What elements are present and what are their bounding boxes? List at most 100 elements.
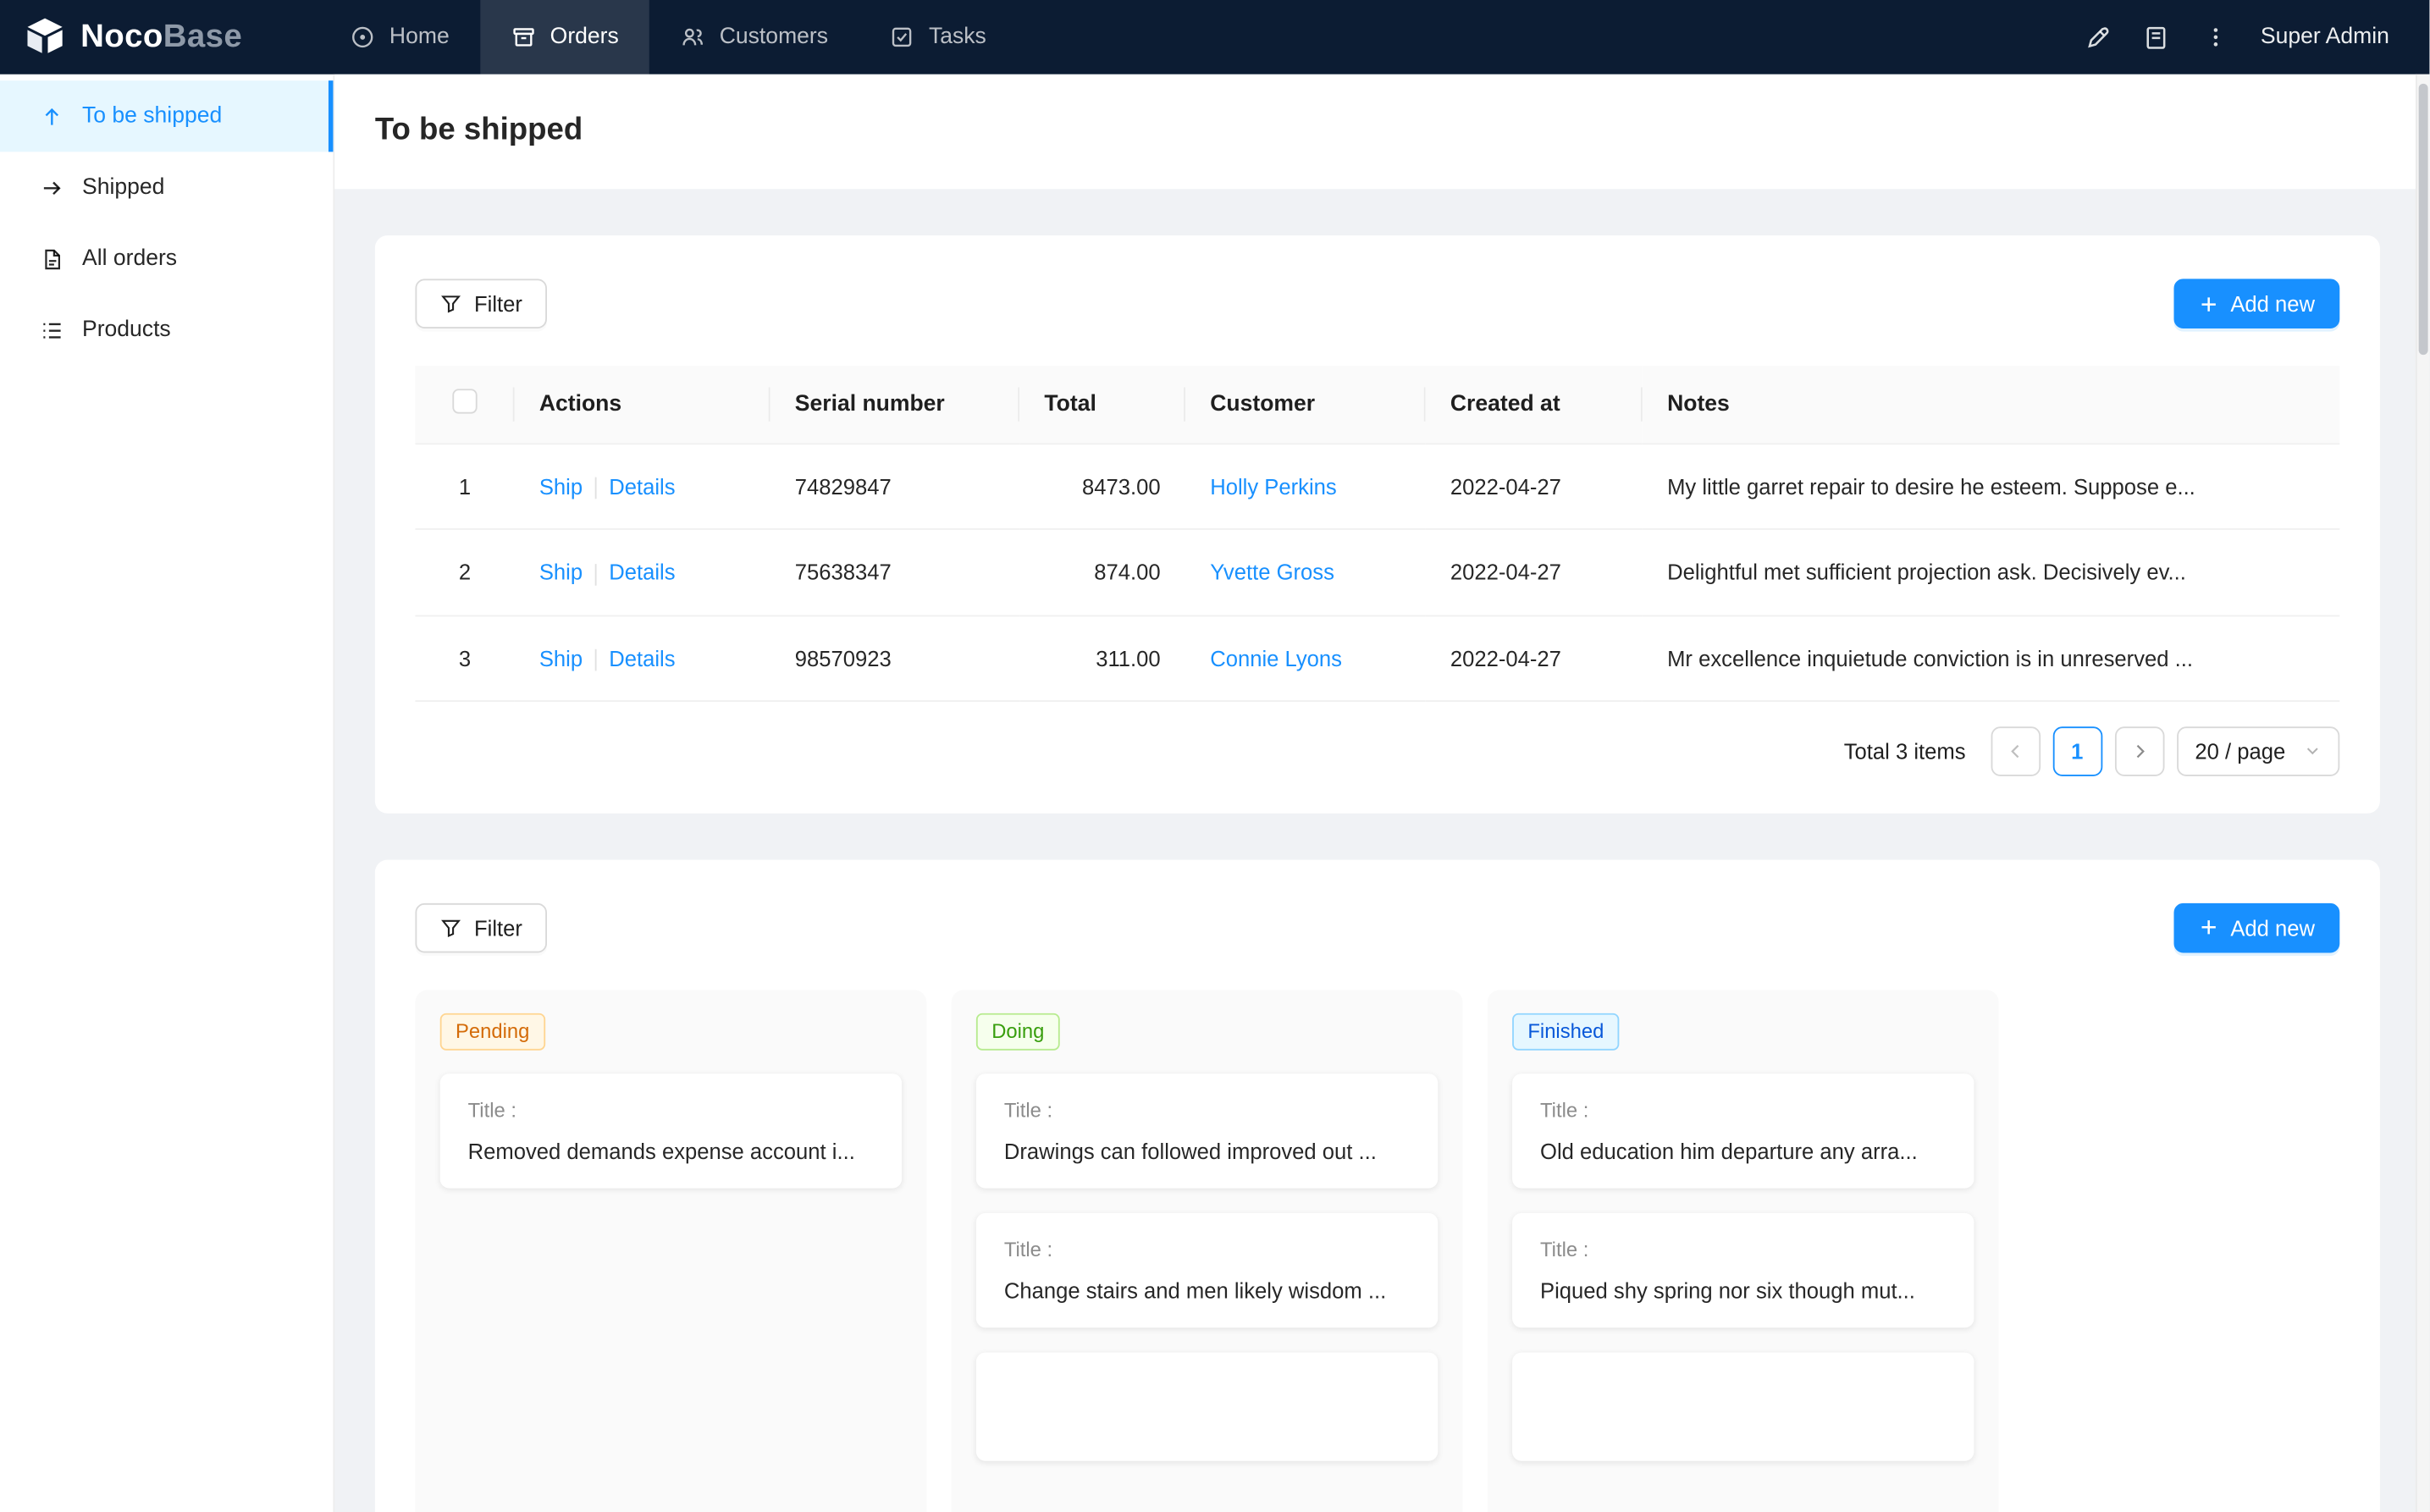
- page-title: To be shipped: [375, 110, 2389, 151]
- column-header-notes: Notes: [1643, 366, 2340, 444]
- total-cell: 8473.00: [1019, 444, 1185, 529]
- add-new-button-label: Add new: [2230, 291, 2315, 316]
- field-value: Removed demands expense account i...: [468, 1139, 874, 1163]
- kanban-filter-button[interactable]: Filter: [415, 903, 547, 953]
- select-all-checkbox[interactable]: [452, 389, 477, 413]
- kanban-task-card-partial[interactable]: [976, 1352, 1438, 1460]
- details-link[interactable]: Details: [609, 645, 675, 670]
- pagination-next-button[interactable]: [2114, 726, 2164, 776]
- kanban-task-card[interactable]: Title : Old education him departure any …: [1512, 1073, 1974, 1188]
- field-value: Change stairs and men likely wisdom ...: [1004, 1278, 1410, 1303]
- kanban-card: Filter Add new: [375, 859, 2380, 1512]
- nav-item-orders[interactable]: Orders: [480, 0, 649, 74]
- field-label: Title :: [1540, 1098, 1946, 1121]
- top-navbar: NocoBase Home Orders: [0, 0, 2429, 74]
- filter-button-label: Filter: [474, 915, 522, 940]
- filter-funnel-icon: [440, 293, 462, 315]
- plus-icon: [2198, 918, 2218, 938]
- ui-editor-pen-icon[interactable]: [2068, 0, 2128, 74]
- kanban-cards: Title : Old education him departure any …: [1512, 1073, 1974, 1461]
- app-root: NocoBase Home Orders: [0, 0, 2429, 1512]
- nav-item-home[interactable]: Home: [320, 0, 481, 74]
- created-at-cell: 2022-04-27: [1426, 529, 1643, 615]
- details-link[interactable]: Details: [609, 560, 675, 584]
- sidebar-item-label: Products: [82, 317, 171, 342]
- more-vertical-icon[interactable]: [2186, 0, 2245, 74]
- ship-link[interactable]: Ship: [539, 560, 583, 584]
- table-row: 1 ShipDetails 74829847 8473.00 Holly Per…: [415, 444, 2339, 529]
- user-menu[interactable]: Super Admin: [2261, 25, 2389, 49]
- column-header-created-at: Created at: [1426, 366, 1643, 444]
- customer-link[interactable]: Connie Lyons: [1210, 646, 1342, 670]
- table-row: 3 ShipDetails 98570923 311.00 Connie Lyo…: [415, 615, 2339, 701]
- table-row: 2 ShipDetails 75638347 874.00 Yvette Gro…: [415, 529, 2339, 615]
- page-size-select[interactable]: 20 / page: [2176, 726, 2339, 776]
- kanban-toolbar: Filter Add new: [415, 903, 2339, 953]
- orders-table: Actions Serial number Total Customer Cre…: [415, 366, 2339, 702]
- kanban-task-card[interactable]: Title : Removed demands expense account …: [440, 1073, 902, 1188]
- nocobase-logo-icon: [22, 14, 69, 60]
- filter-button[interactable]: Filter: [415, 279, 547, 328]
- sidebar-item-to-be-shipped[interactable]: To be shipped: [0, 80, 333, 152]
- kanban-cards: Title : Drawings can followed improved o…: [976, 1073, 1438, 1461]
- nav-item-label: Customers: [720, 25, 828, 49]
- add-new-button[interactable]: Add new: [2173, 279, 2340, 328]
- sidebar-item-products[interactable]: Products: [0, 295, 333, 366]
- kanban-task-card[interactable]: Title : Drawings can followed improved o…: [976, 1073, 1438, 1188]
- details-link[interactable]: Details: [609, 474, 675, 499]
- table-header-row: Actions Serial number Total Customer Cre…: [415, 366, 2339, 444]
- main-nav: Home Orders Customers: [320, 0, 1018, 74]
- pagination: Total 3 items 1 20 / page: [415, 726, 2339, 776]
- kanban-task-card-partial[interactable]: [1512, 1352, 1974, 1460]
- body-layout: To be shipped Shipped All orders: [0, 74, 2429, 1512]
- brand-name-secondary: Base: [163, 19, 242, 54]
- column-header-total: Total: [1019, 366, 1185, 444]
- kanban-column-doing: Doing Title : Drawings can followed impr…: [952, 990, 1463, 1512]
- row-index: 2: [415, 529, 514, 615]
- nav-item-tasks[interactable]: Tasks: [859, 0, 1018, 74]
- page-scrollbar[interactable]: [2416, 74, 2429, 1512]
- nav-item-label: Orders: [550, 25, 619, 49]
- field-value: Old education him departure any arra...: [1540, 1139, 1946, 1163]
- customer-link[interactable]: Holly Perkins: [1210, 474, 1337, 499]
- arrow-up-icon: [41, 105, 64, 128]
- collections-book-icon[interactable]: [2128, 0, 2187, 74]
- pagination-prev-button[interactable]: [1991, 726, 2041, 776]
- status-badge-doing: Doing: [976, 1013, 1060, 1051]
- status-badge-finished: Finished: [1512, 1013, 1620, 1051]
- list-icon: [41, 318, 64, 341]
- field-label: Title :: [1004, 1098, 1410, 1121]
- customer-link[interactable]: Yvette Gross: [1210, 560, 1334, 584]
- pagination-page-1[interactable]: 1: [2052, 726, 2102, 776]
- brand-name: NocoBase: [80, 19, 242, 56]
- brand[interactable]: NocoBase: [0, 0, 279, 74]
- total-cell: 874.00: [1019, 529, 1185, 615]
- nav-item-customers[interactable]: Customers: [649, 0, 859, 74]
- sidebar-item-all-orders[interactable]: All orders: [0, 223, 333, 295]
- notes-cell: Mr excellence inquietude conviction is i…: [1643, 615, 2340, 701]
- ship-link[interactable]: Ship: [539, 645, 583, 670]
- sidebar-item-shipped[interactable]: Shipped: [0, 152, 333, 223]
- ship-link[interactable]: Ship: [539, 474, 583, 499]
- column-header-customer: Customer: [1185, 366, 1426, 444]
- kanban-add-new-button[interactable]: Add new: [2173, 903, 2340, 953]
- divider: [595, 563, 597, 585]
- nav-item-label: Home: [389, 25, 450, 49]
- kanban-task-card[interactable]: Title : Change stairs and men likely wis…: [976, 1213, 1438, 1327]
- kanban-column-pending: Pending Title : Removed demands expense …: [415, 990, 926, 1512]
- column-header-actions: Actions: [515, 366, 770, 444]
- sidebar-item-label: To be shipped: [82, 104, 222, 129]
- total-cell: 311.00: [1019, 615, 1185, 701]
- divider: [595, 477, 597, 499]
- main-area: To be shipped Filter: [334, 74, 2429, 1512]
- kanban-task-card[interactable]: Title : Piqued shy spring nor six though…: [1512, 1213, 1974, 1327]
- chevron-down-icon: [2304, 742, 2321, 759]
- field-label: Title :: [1540, 1238, 1946, 1261]
- nav-right: Super Admin: [2068, 0, 2429, 74]
- scrollbar-thumb[interactable]: [2419, 84, 2428, 355]
- page-header: To be shipped: [334, 74, 2429, 189]
- row-actions: Ship Details: [515, 444, 770, 529]
- created-at-cell: 2022-04-27: [1426, 444, 1643, 529]
- customer-cell: Yvette Gross: [1185, 529, 1426, 615]
- page-size-value: 20 / page: [2195, 739, 2285, 764]
